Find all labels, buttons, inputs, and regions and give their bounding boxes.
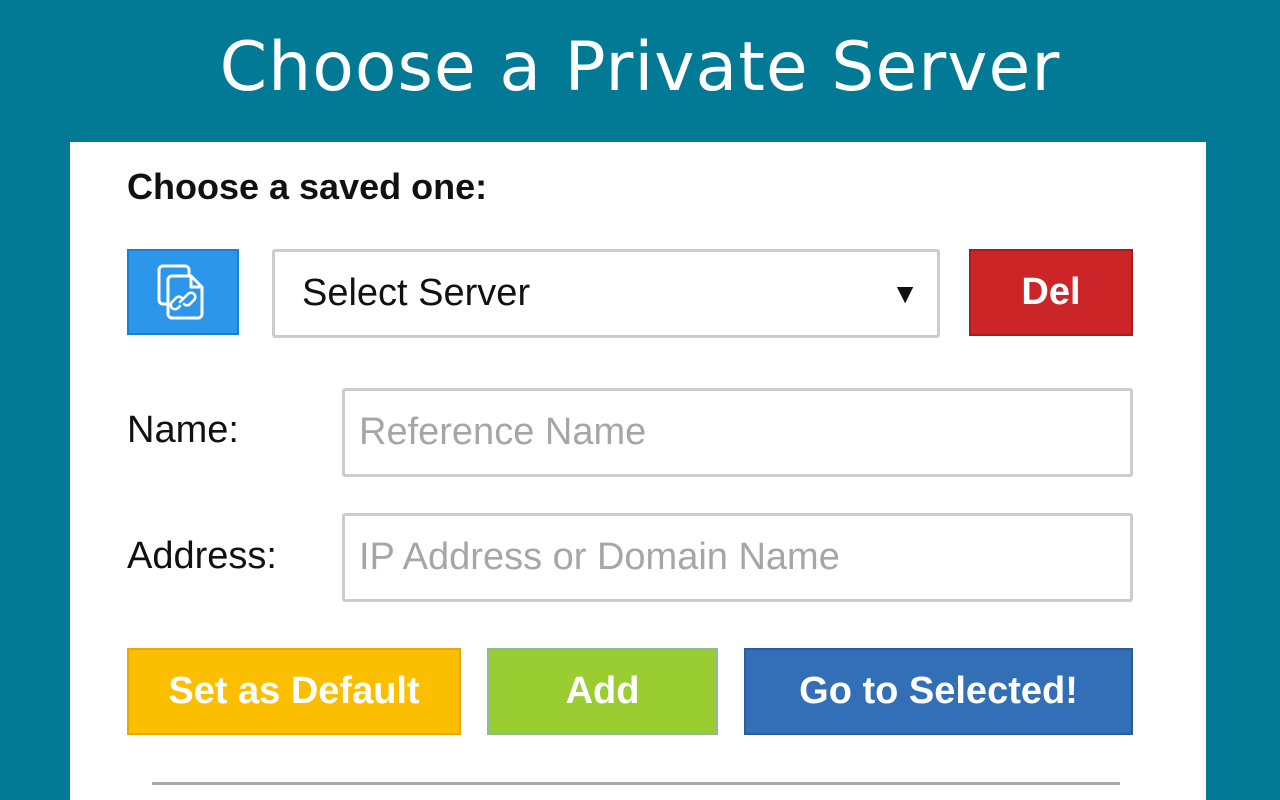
saved-servers-heading: Choose a saved one: [127,166,488,207]
divider [152,782,1120,785]
name-input[interactable] [342,388,1133,477]
go-to-selected-button[interactable]: Go to Selected! [744,648,1133,735]
dropdown-arrow-icon: ▼ [891,278,919,309]
server-select-value: Select Server [302,272,531,314]
server-select[interactable]: Select Server ▼ [272,249,940,338]
set-default-button[interactable]: Set as Default [127,648,461,735]
name-label: Name: [127,409,239,451]
address-input[interactable] [342,513,1133,602]
page-title: Choose a Private Server [219,28,1061,107]
delete-button[interactable]: Del [969,249,1133,336]
copy-link-button[interactable] [127,249,239,335]
add-button[interactable]: Add [487,648,718,735]
server-panel: Choose a saved one: Select Server ▼ Del … [70,142,1206,800]
copy-link-icon [157,264,204,320]
address-label: Address: [127,535,277,577]
